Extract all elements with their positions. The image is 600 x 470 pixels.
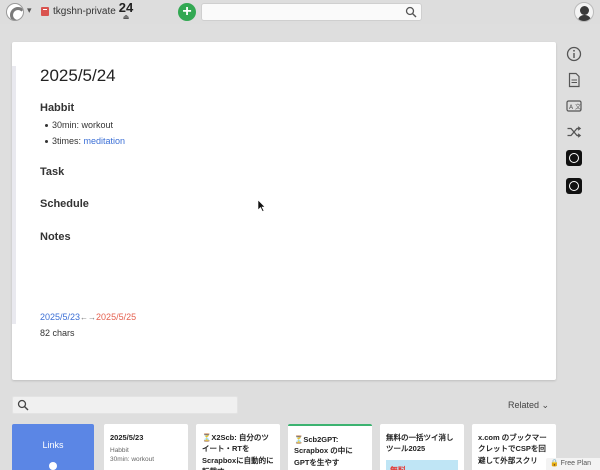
section-schedule[interactable]: Schedule	[40, 198, 89, 210]
card-desc-line: 30min: workout	[110, 456, 155, 464]
list-item-text: 3times:	[52, 136, 84, 146]
new-page-button[interactable]: +	[178, 3, 196, 21]
lock-icon: 🔒	[550, 460, 559, 467]
section-notes[interactable]: Notes	[40, 231, 71, 243]
section-habbit[interactable]: Habbit	[40, 102, 74, 114]
project-book-icon	[41, 7, 49, 16]
navbar: ▾ tkgshn-private 24 ⏏ +	[0, 0, 600, 24]
meditation-link[interactable]: meditation	[84, 136, 126, 146]
related-sort-dropdown[interactable]: Related ⌄	[508, 400, 549, 411]
related-card[interactable]: 無料の一括ツイ消しツール2025 無料	[380, 424, 464, 470]
translate-icon[interactable]: A 文	[566, 98, 582, 114]
related-card[interactable]: 2025/5/23 Habbit 30min: workout	[104, 424, 188, 470]
notification-badge[interactable]: 24 ⏏	[118, 1, 134, 21]
user-avatar[interactable]	[574, 2, 594, 22]
document-icon[interactable]	[566, 72, 582, 88]
chevron-down-icon[interactable]: ▾	[27, 5, 32, 16]
svg-text:A: A	[569, 104, 574, 111]
chevron-down-icon: ⌄	[541, 400, 550, 410]
card-title: ⏳Scb2GPT: Scrapbox の中にGPTを生やすUserScript	[294, 435, 353, 470]
page-left-bar	[12, 66, 16, 324]
search-icon	[17, 399, 29, 411]
section-task[interactable]: Task	[40, 166, 64, 178]
related-card[interactable]: ⏳Scb2GPT: Scrapbox の中にGPTを生やすUserScript	[288, 424, 372, 470]
user-icon: ⏏	[122, 14, 130, 21]
info-icon[interactable]	[566, 46, 582, 62]
scrapbox-logo-icon[interactable]	[6, 3, 24, 21]
list-item-text: 30min: workout	[52, 120, 114, 130]
free-plan-label: Free Plan	[560, 460, 592, 467]
card-thumbnail-text: 無料	[386, 466, 406, 470]
card-desc-line: Habbit	[110, 447, 129, 455]
card-desc: Habbit 30min: workout	[110, 446, 182, 464]
page-card: 2025/5/24 Habbit 30min: workout 3times: …	[12, 42, 556, 380]
chatgpt-icon[interactable]	[566, 178, 582, 194]
list-item[interactable]: 3times: meditation	[44, 136, 126, 146]
related-cards: Links 2025/5/23 Habbit 30min: workout ⏳X…	[12, 424, 600, 470]
char-count: 82 chars	[40, 328, 75, 338]
page-title[interactable]: 2025/5/24	[40, 66, 116, 86]
search-input[interactable]	[201, 3, 422, 21]
arrow-icon: ←→	[80, 313, 97, 322]
project-name[interactable]: tkgshn-private	[53, 6, 116, 17]
mouse-cursor-icon	[258, 200, 266, 212]
card-title: ⏳X2Scb: 自分のツイート・RTをScrapboxに自動的に転載す	[202, 433, 274, 470]
links-card[interactable]: Links	[12, 424, 94, 470]
related-card[interactable]: ⏳X2Scb: 自分のツイート・RTをScrapboxに自動的に転載す	[196, 424, 280, 470]
list-item[interactable]: 30min: workout	[44, 120, 114, 130]
shuffle-icon[interactable]	[566, 124, 582, 140]
related-sort-label: Related	[508, 400, 540, 410]
free-plan-badge[interactable]: 🔒 Free Plan	[546, 458, 600, 470]
search-icon[interactable]	[405, 6, 417, 18]
next-day-link[interactable]: 2025/5/25	[96, 312, 136, 322]
prev-day-link[interactable]: 2025/5/23	[40, 312, 80, 322]
date-navigation: 2025/5/23←→2025/5/25	[40, 312, 136, 322]
related-search-input[interactable]	[12, 396, 238, 414]
card-thumbnail: 無料	[386, 460, 458, 470]
chatgpt-icon[interactable]	[566, 150, 582, 166]
related-card[interactable]: x.com のブックマークレットでCSPを回避して外部スクリ	[472, 424, 556, 470]
notification-count: 24	[118, 0, 134, 15]
card-title: 2025/5/23	[110, 433, 144, 442]
svg-text:文: 文	[575, 103, 581, 111]
card-title: 無料の一括ツイ消しツール2025	[386, 433, 454, 454]
card-title: x.com のブックマークレットでCSPを回避して外部スクリ	[478, 433, 547, 465]
